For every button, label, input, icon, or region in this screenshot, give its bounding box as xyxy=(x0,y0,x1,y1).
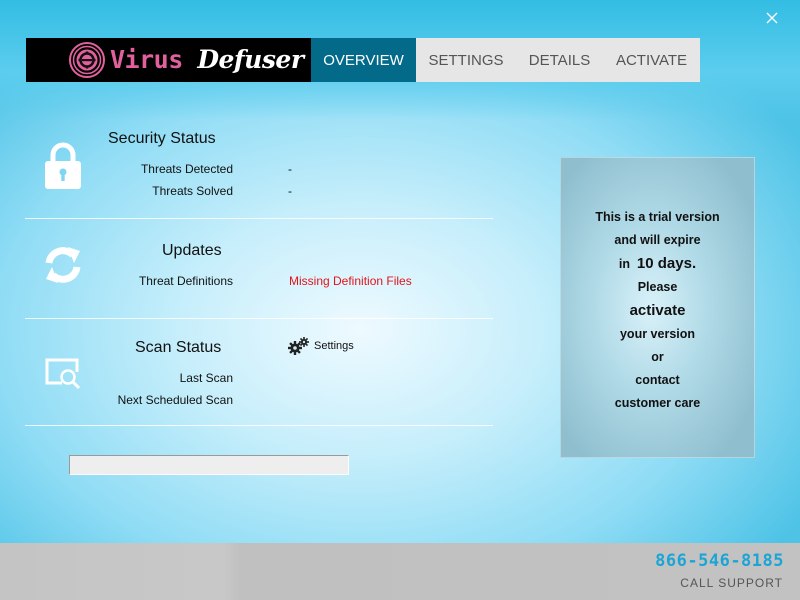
tab-settings[interactable]: SETTINGS xyxy=(416,38,516,82)
call-support-link[interactable]: CALL SUPPORT xyxy=(680,576,783,590)
section-divider xyxy=(25,218,493,219)
spiral-gear-logo-icon xyxy=(69,42,105,78)
trial-expiry-line: in 10 days. xyxy=(619,252,696,276)
scan-settings-link[interactable]: Settings xyxy=(288,337,354,355)
threat-definitions-label: Threat Definitions xyxy=(138,274,233,288)
section-divider xyxy=(25,425,493,426)
threats-solved-label: Threats Solved xyxy=(152,184,233,198)
tab-activate[interactable]: ACTIVATE xyxy=(603,38,700,82)
updates-title: Updates xyxy=(162,242,222,259)
app-name-part2: Defuser xyxy=(197,45,304,74)
trial-line: in xyxy=(618,257,637,271)
gears-icon xyxy=(288,337,309,355)
next-scheduled-scan-label: Next Scheduled Scan xyxy=(117,393,233,407)
trial-notice-panel: This is a trial version and will expire … xyxy=(560,157,755,458)
activate-link[interactable]: activate xyxy=(630,299,686,323)
security-status-title: Security Status xyxy=(108,130,216,147)
section-divider xyxy=(25,318,493,319)
trial-line: This is a trial version xyxy=(595,210,720,224)
trial-line: and will expire xyxy=(614,233,701,247)
threats-detected-value: - xyxy=(288,162,292,176)
trial-line: contact xyxy=(635,373,680,387)
tab-details[interactable]: DETAILS xyxy=(516,38,603,82)
last-scan-label: Last Scan xyxy=(179,371,233,385)
close-button[interactable] xyxy=(762,8,782,28)
app-logo: Virus Defuser xyxy=(26,38,311,82)
scan-status-title: Scan Status xyxy=(135,339,222,356)
trial-line: or xyxy=(651,350,664,364)
threats-detected-label: Threats Detected xyxy=(140,162,233,176)
app-name: Virus Defuser xyxy=(110,45,304,74)
trial-line: customer care xyxy=(614,396,701,410)
scan-settings-label: Settings xyxy=(314,340,354,352)
support-phone-number: 866-546-8185 xyxy=(655,551,784,571)
footer-bar: 866-546-8185 CALL SUPPORT xyxy=(0,543,800,600)
trial-line: Please xyxy=(637,280,678,294)
threat-definitions-status: Missing Definition Files xyxy=(289,274,412,288)
trial-line: your version xyxy=(619,327,696,341)
close-icon xyxy=(766,12,778,24)
scan-progress-bar xyxy=(69,455,349,475)
threats-solved-value: - xyxy=(288,184,292,198)
trial-days-remaining: 10 days. xyxy=(636,255,697,272)
main-nav: OVERVIEW SETTINGS DETAILS ACTIVATE xyxy=(311,38,700,82)
app-name-part1: Virus xyxy=(110,45,183,74)
tab-overview[interactable]: OVERVIEW xyxy=(311,38,416,82)
